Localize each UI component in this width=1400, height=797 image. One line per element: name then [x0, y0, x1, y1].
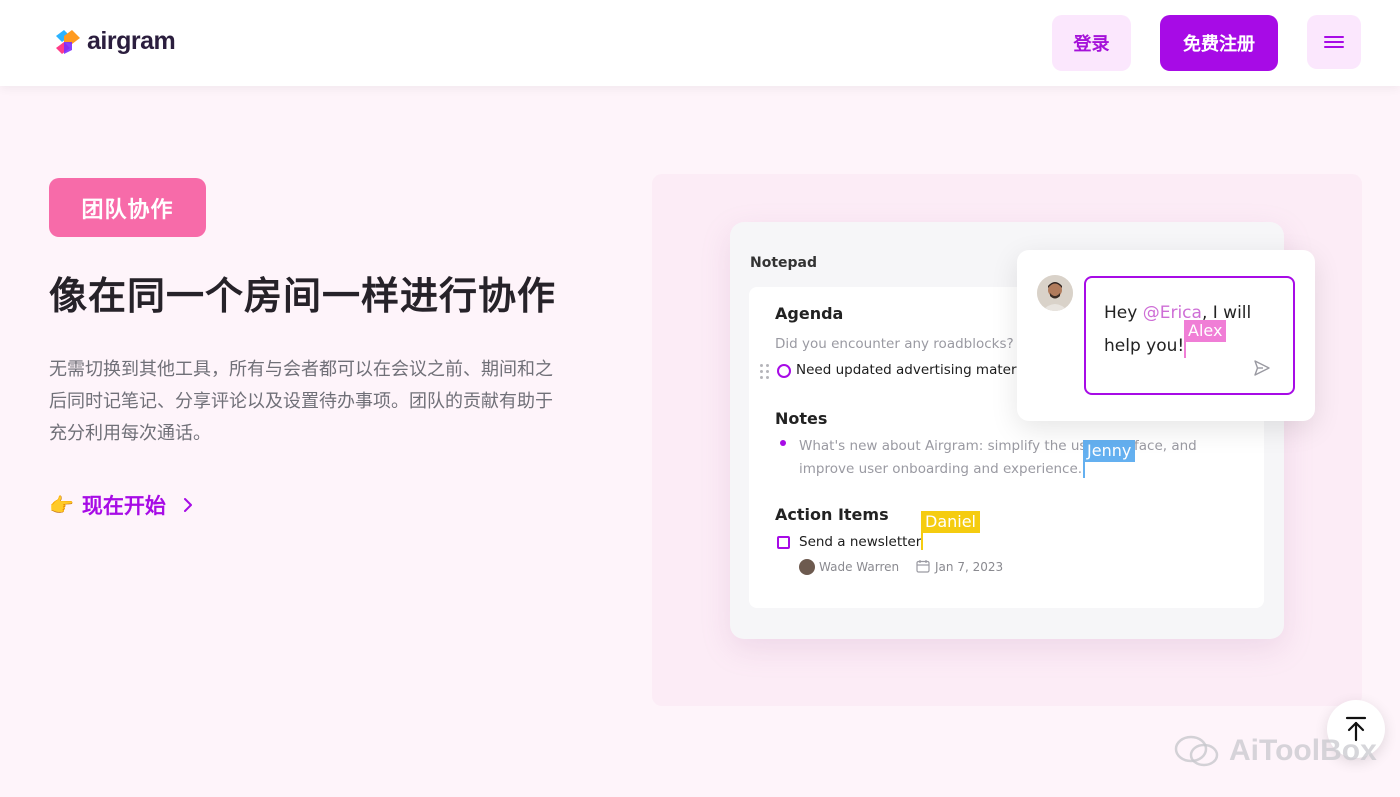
menu-button[interactable]	[1307, 15, 1361, 69]
notes-heading: Notes	[775, 409, 828, 428]
get-started-label: 现在开始	[81, 494, 166, 518]
todo-circle-checkbox[interactable]	[777, 364, 791, 378]
notes-bullet	[780, 440, 786, 446]
action-item-checkbox[interactable]	[777, 536, 790, 549]
assignee-name: Wade Warren	[819, 560, 900, 574]
alex-cursor-label: Alex	[1184, 320, 1227, 342]
chevron-right-icon	[183, 498, 192, 512]
action-item-text: Send a newsletter	[799, 534, 922, 550]
logo-wordmark: airgram	[87, 27, 176, 55]
hamburger-menu-icon	[1324, 36, 1344, 48]
top-header: airgram 登录 免费注册	[0, 0, 1400, 86]
hero-title: 像在同一个房间一样进行协作	[49, 274, 557, 318]
watermark-text: AiToolBox	[1229, 734, 1377, 767]
airgram-logo-icon	[56, 29, 80, 54]
wechat-icon	[1174, 735, 1219, 767]
agenda-question: Did you encounter any roadblocks?	[775, 336, 1014, 352]
hero-description: 无需切换到其他工具，所有与会者都可以在会议之前、期间和之后同时记笔记、分享评论以…	[49, 359, 553, 444]
comment-line2: help you!	[1104, 336, 1185, 356]
comment-prefix: Hey	[1104, 303, 1143, 323]
user-avatar	[1037, 275, 1073, 311]
watermark: AiToolBox	[1173, 733, 1377, 769]
pointing-hand-icon: 👉	[49, 493, 74, 517]
notes-line1-start: What's new about Airgram: simplify the u…	[799, 438, 1087, 454]
get-started-link[interactable]: 👉 现在开始	[49, 490, 196, 520]
assignee-avatar	[799, 559, 815, 575]
drag-handle-icon[interactable]	[760, 363, 770, 379]
action-items-heading: Action Items	[775, 505, 889, 524]
person-avatar-icon	[1037, 275, 1073, 311]
calendar-icon	[916, 560, 930, 573]
feature-tag: 团队协作	[49, 178, 206, 237]
login-button[interactable]: 登录	[1052, 15, 1131, 71]
airgram-logo[interactable]: airgram	[54, 27, 176, 56]
daniel-cursor-label: Daniel	[921, 511, 980, 533]
due-date: Jan 7, 2023	[935, 560, 1004, 574]
jenny-cursor-label: Jenny	[1083, 440, 1136, 462]
notes-line2: improve user onboarding and experience.	[799, 461, 1083, 477]
send-icon[interactable]	[1253, 359, 1271, 377]
register-button[interactable]: 免费注册	[1160, 15, 1278, 71]
notes-line1-end: face, and	[1134, 438, 1197, 454]
agenda-heading: Agenda	[775, 304, 844, 323]
agenda-todo-item: Need updated advertising mater	[796, 362, 1017, 378]
notepad-title: Notepad	[750, 255, 818, 271]
